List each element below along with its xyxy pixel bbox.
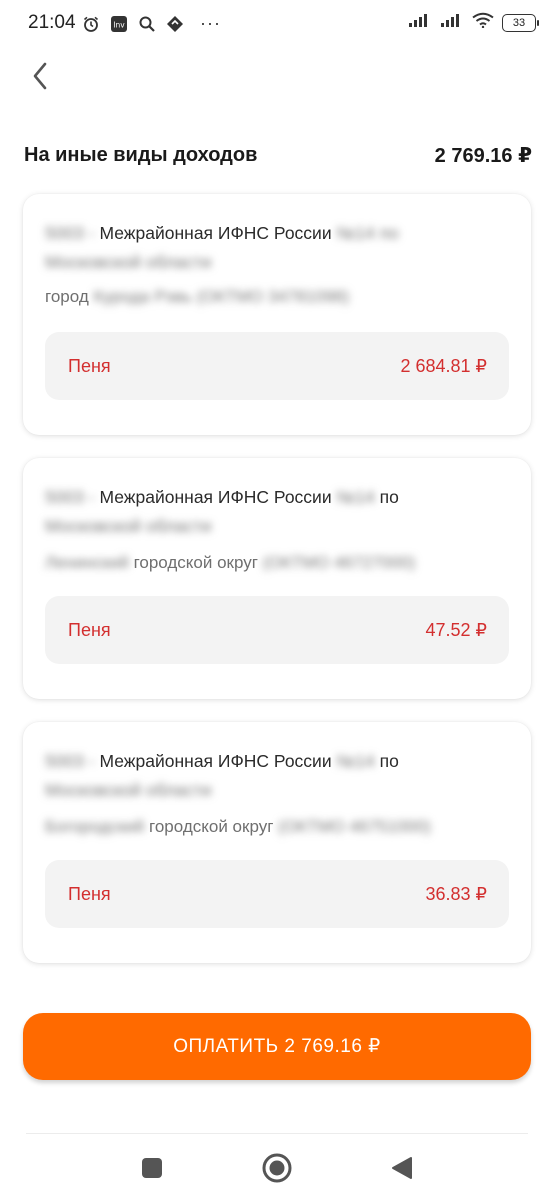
more-notifications-icon: ··· — [200, 13, 221, 33]
tax-office-text: Межрайонная ИФНС России — [99, 751, 332, 771]
signal-icon-2 — [440, 12, 464, 33]
tax-office-tail: по — [379, 487, 399, 507]
fee-label: Пеня — [68, 619, 111, 640]
fee-amount: 2 684.81 ₽ — [400, 355, 487, 376]
tax-office-number: №14 — [336, 751, 375, 771]
tax-office-region: Московской области — [45, 516, 212, 536]
status-bar: 21:04 Inv ··· 33 — [0, 0, 554, 48]
tax-office-number: №14 — [336, 487, 375, 507]
municipality-type: город — [45, 287, 89, 306]
municipality-type: городской округ — [149, 817, 274, 836]
tax-office-name: 5003 - Межрайонная ИФНС России №14 по Мо… — [45, 747, 451, 805]
tax-office-text: Межрайонная ИФНС России — [99, 487, 332, 507]
tax-card-3[interactable]: 5003 - Межрайонная ИФНС России №14 по Мо… — [23, 722, 531, 963]
municipality-name: Богородский — [45, 817, 145, 836]
tax-office-code: 5003 - — [45, 751, 95, 771]
fee-row: Пеня 36.83 ₽ — [45, 860, 509, 928]
tax-office-region: Московской области — [45, 780, 212, 800]
tax-office-number: №14 по — [336, 223, 399, 243]
app-icon — [166, 15, 184, 33]
app-notification-icon: Inv — [110, 15, 128, 33]
tax-office-name: 5003 - Межрайонная ИФНС России №14 по Мо… — [45, 483, 451, 541]
tax-office-code: 5003 - — [45, 487, 95, 507]
alarm-icon — [82, 15, 100, 33]
triangle-back-icon — [391, 1156, 413, 1185]
tax-office-tail: по — [379, 751, 399, 771]
municipality-oktmo: (ОКТМО 46727000) — [262, 553, 416, 572]
recents-button[interactable] — [130, 1150, 174, 1190]
municipality: Ленинский городской округ (ОКТМО 4672700… — [45, 553, 471, 573]
section-title: На иные виды доходов — [24, 144, 258, 166]
wifi-icon — [472, 12, 494, 33]
status-icons-left: Inv ··· — [82, 13, 221, 34]
status-time: 21:04 — [28, 12, 76, 33]
fee-amount: 36.83 ₽ — [425, 883, 488, 904]
pay-button[interactable]: ОПЛАТИТЬ 2 769.16 ₽ — [23, 1013, 531, 1080]
back-button[interactable] — [22, 58, 58, 98]
svg-text:Inv: Inv — [113, 20, 125, 29]
tax-office-text: Межрайонная ИФНС России — [99, 223, 332, 243]
fee-label: Пеня — [68, 355, 111, 376]
status-icons-right: 33 — [408, 12, 539, 33]
fee-row: Пеня 2 684.81 ₽ — [45, 332, 509, 400]
tax-office-region: Московской области — [45, 252, 212, 272]
chevron-left-icon — [32, 62, 48, 95]
section-header: На иные виды доходов 2 769.16 ₽ — [24, 143, 532, 168]
municipality: Богородский городской округ (ОКТМО 46751… — [45, 817, 471, 837]
home-button[interactable] — [255, 1150, 299, 1190]
section-total: 2 769.16 ₽ — [434, 145, 532, 167]
tax-card-1[interactable]: 5003 - Межрайонная ИФНС России №14 по Мо… — [23, 194, 531, 435]
signal-icon — [408, 12, 432, 33]
battery-icon: 33 — [502, 13, 539, 32]
tax-office-name: 5003 - Межрайонная ИФНС России №14 по Мо… — [45, 219, 451, 277]
square-icon — [141, 1157, 163, 1184]
tax-office-code: 5003 - — [45, 223, 95, 243]
nav-divider — [26, 1133, 528, 1134]
tax-card-2[interactable]: 5003 - Межрайонная ИФНС России №14 по Мо… — [23, 458, 531, 699]
municipality-name: Курода Рэвь (ОКТМО 34781098) — [93, 287, 350, 306]
home-circle-icon — [261, 1152, 293, 1189]
system-nav-bar — [0, 1140, 554, 1200]
search-icon — [138, 15, 156, 33]
fee-label: Пеня — [68, 883, 111, 904]
fee-row: Пеня 47.52 ₽ — [45, 596, 509, 664]
back-nav-button[interactable] — [380, 1150, 424, 1190]
fee-amount: 47.52 ₽ — [425, 619, 488, 640]
municipality: город Курода Рэвь (ОКТМО 34781098) — [45, 287, 471, 307]
municipality-type: городской округ — [133, 553, 258, 572]
municipality-name: Ленинский — [45, 553, 129, 572]
municipality-oktmo: (ОКТМО 46751000) — [278, 817, 431, 836]
